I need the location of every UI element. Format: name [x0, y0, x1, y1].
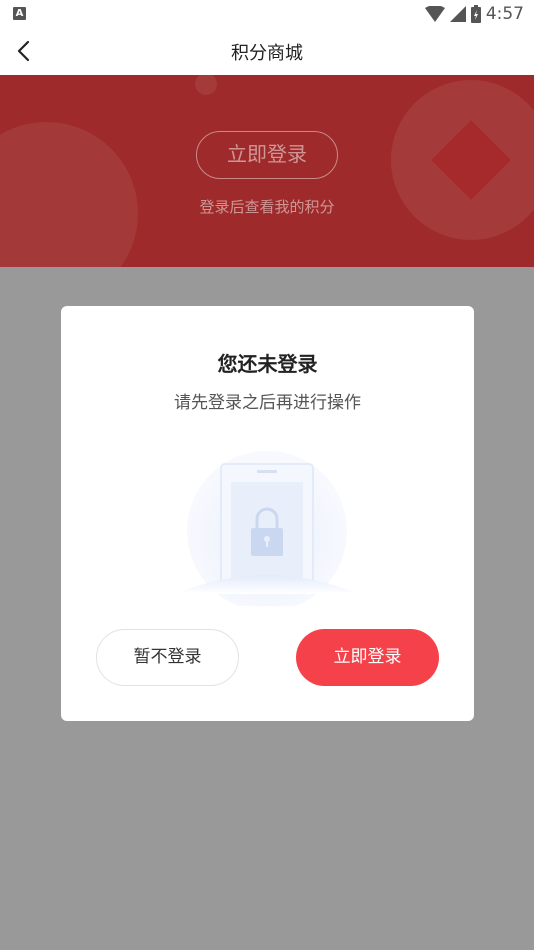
status-bar: A 4:57 [0, 0, 534, 28]
dialog-title: 您还未登录 [217, 352, 318, 376]
login-button[interactable]: 立即登录 [296, 629, 439, 686]
decoration-dot [195, 75, 217, 95]
points-banner: 立即登录 登录后查看我的积分 [0, 75, 534, 267]
not-now-button[interactable]: 暂不登录 [96, 629, 239, 686]
signal-icon [449, 6, 466, 22]
banner-login-button[interactable]: 立即登录 [196, 131, 338, 179]
wifi-icon [424, 6, 445, 22]
dialog-subtitle: 请先登录之后再进行操作 [174, 393, 361, 413]
status-time: 4:57 [485, 4, 524, 24]
lock-phone-icon [175, 451, 359, 606]
status-icons: 4:57 [424, 4, 524, 24]
battery-icon [470, 5, 481, 23]
decoration-circle-left [0, 122, 138, 267]
nav-bar: 积分商城 [0, 28, 534, 75]
notification-badge: A [13, 7, 26, 20]
login-required-dialog: 您还未登录 请先登录之后再进行操作 暂不登录 立即登录 [61, 306, 474, 721]
page-title: 积分商城 [231, 43, 303, 64]
banner-subtitle: 登录后查看我的积分 [199, 198, 335, 216]
